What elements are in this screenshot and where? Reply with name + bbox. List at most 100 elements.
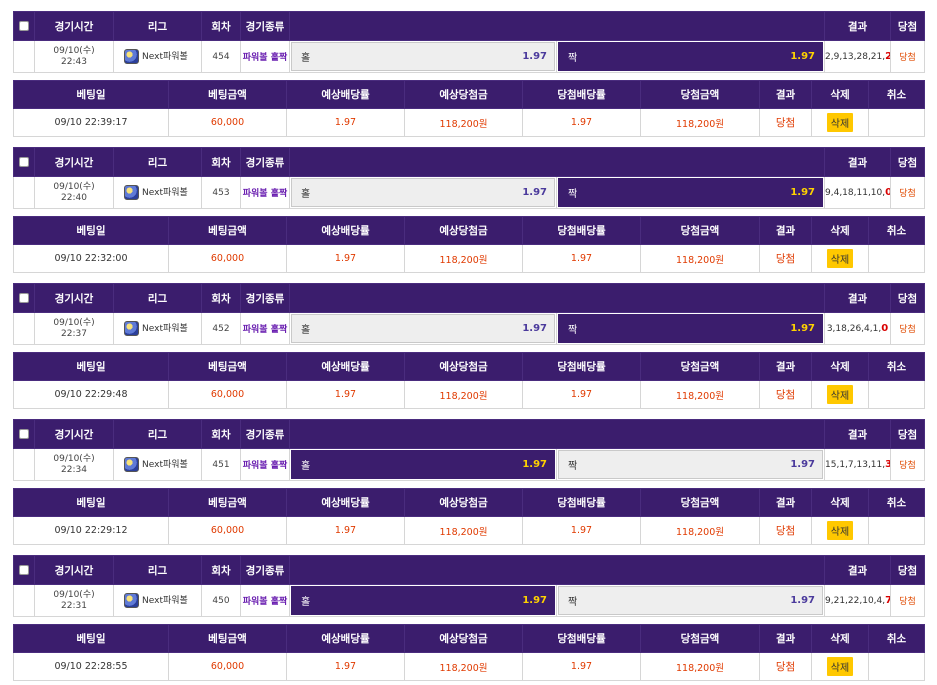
powerball-league-icon [124, 457, 139, 472]
select-all-checkbox[interactable] [19, 21, 29, 31]
delete-button[interactable]: 삭제 [826, 385, 854, 404]
select-all-checkbox-cell[interactable] [13, 419, 35, 449]
row-checkbox-cell [13, 176, 35, 209]
bet-table: 베팅일 베팅금액 예상배당률 예상당첨금 당첨배당률 당첨금액 결과 삭제 취소… [13, 488, 925, 545]
pick-even-button[interactable]: 짝 1.97 [558, 450, 823, 479]
pick-even-label: 짝 [568, 597, 578, 608]
pick-odd-cell[interactable]: 홀 1.97 [289, 312, 557, 345]
game-time: 22:37 [61, 328, 87, 339]
league-cell: Next파워볼 [113, 40, 202, 73]
delete-cell: 삭제 [811, 244, 869, 273]
round-number: 450 [201, 584, 241, 617]
game-time-cell: 09/10(수) 22:43 [34, 40, 114, 73]
game-table: 경기시간 리그 회차 경기종류 결과 당첨 09/10(수) 22:40 Nex… [13, 147, 925, 209]
bet-row: 09/10 22:32:00 60,000 1.97 118,200원 1.97… [13, 244, 925, 273]
bet-result: 당첨 [759, 244, 812, 273]
game-table: 경기시간 리그 회차 경기종류 결과 당첨 09/10(수) 22:31 Nex… [13, 555, 925, 617]
header-bet-amount: 베팅금액 [168, 624, 287, 653]
bet-row: 09/10 22:29:48 60,000 1.97 118,200원 1.97… [13, 380, 925, 409]
game-date: 09/10(수) [53, 589, 95, 600]
header-expected-odds: 예상배당률 [286, 488, 405, 517]
header-win: 당첨 [890, 11, 925, 41]
bet-result: 당첨 [759, 108, 812, 137]
win-odds: 1.97 [522, 516, 641, 545]
header-round: 회차 [201, 419, 241, 449]
pick-even-odds: 1.97 [790, 187, 815, 198]
game-time: 22:43 [61, 56, 87, 67]
result-numbers: 3,18,26,4,1, [826, 324, 882, 334]
select-all-checkbox-cell[interactable] [13, 11, 35, 41]
select-all-checkbox[interactable] [19, 157, 29, 167]
win-odds: 1.97 [522, 108, 641, 137]
game-win-status: 당첨 [890, 40, 925, 73]
header-bet-amount: 베팅금액 [168, 216, 287, 245]
select-all-checkbox[interactable] [19, 429, 29, 439]
pick-odd-button[interactable]: 홀 1.97 [291, 450, 555, 479]
result-numbers: 9,4,18,11,10, [825, 188, 886, 198]
header-league: 리그 [113, 419, 202, 449]
select-all-checkbox[interactable] [19, 565, 29, 575]
game-win-status: 당첨 [890, 584, 925, 617]
pick-odd-odds: 1.97 [522, 187, 547, 198]
pick-even-cell[interactable]: 짝 1.97 [556, 312, 825, 345]
pick-odd-cell[interactable]: 홀 1.97 [289, 176, 557, 209]
pick-even-cell[interactable]: 짝 1.97 [556, 584, 825, 617]
pick-even-button[interactable]: 짝 1.97 [558, 42, 823, 71]
pick-even-odds: 1.97 [790, 51, 815, 62]
header-bet-amount: 베팅금액 [168, 80, 287, 109]
pick-odd-button[interactable]: 홀 1.97 [291, 42, 555, 71]
cancel-cell [868, 380, 925, 409]
cancel-cell [868, 652, 925, 681]
game-table: 경기시간 리그 회차 경기종류 결과 당첨 09/10(수) 22:34 Nex… [13, 419, 925, 481]
bet-table: 베팅일 베팅금액 예상배당률 예상당첨금 당첨배당률 당첨금액 결과 삭제 취소… [13, 80, 925, 137]
game-row: 09/10(수) 22:40 Next파워볼 453 파워볼 홀짝 홀 1.97 [13, 176, 925, 209]
pick-odd-cell[interactable]: 홀 1.97 [289, 40, 557, 73]
expected-win: 118,200원 [404, 652, 523, 681]
pick-even-button[interactable]: 짝 1.97 [558, 314, 823, 343]
delete-cell: 삭제 [811, 516, 869, 545]
header-time: 경기시간 [34, 11, 114, 41]
league-name: Next파워볼 [142, 596, 188, 606]
powerball-league-icon [124, 49, 139, 64]
select-all-checkbox-cell[interactable] [13, 555, 35, 585]
pick-even-cell[interactable]: 짝 1.97 [556, 448, 825, 481]
delete-button[interactable]: 삭제 [826, 113, 854, 132]
select-all-checkbox-cell[interactable] [13, 147, 35, 177]
pick-odd-button[interactable]: 홀 1.97 [291, 314, 555, 343]
header-win-odds: 당첨배당률 [522, 624, 641, 653]
pick-odd-button[interactable]: 홀 1.97 [291, 586, 555, 615]
delete-button[interactable]: 삭제 [826, 657, 854, 676]
pick-even-cell[interactable]: 짝 1.97 [556, 40, 825, 73]
game-time: 22:40 [61, 192, 87, 203]
header-round: 회차 [201, 283, 241, 313]
pick-odd-cell[interactable]: 홀 1.97 [289, 448, 557, 481]
game-win-status: 당첨 [890, 176, 925, 209]
pick-odd-button[interactable]: 홀 1.97 [291, 178, 555, 207]
pick-even-button[interactable]: 짝 1.97 [558, 178, 823, 207]
bet-result: 당첨 [759, 652, 812, 681]
header-expected-odds: 예상배당률 [286, 624, 405, 653]
delete-button[interactable]: 삭제 [826, 521, 854, 540]
select-all-checkbox-cell[interactable] [13, 283, 35, 313]
bet-amount: 60,000 [168, 516, 287, 545]
select-all-checkbox[interactable] [19, 293, 29, 303]
header-type: 경기종류 [240, 11, 290, 41]
header-time: 경기시간 [34, 147, 114, 177]
pick-even-button[interactable]: 짝 1.97 [558, 586, 823, 615]
game-result: 15,1,7,13,11,3 [824, 448, 891, 481]
header-cancel: 취소 [868, 80, 925, 109]
game-table: 경기시간 리그 회차 경기종류 결과 당첨 09/10(수) 22:43 Nex… [13, 11, 925, 73]
header-win: 당첨 [890, 555, 925, 585]
header-round: 회차 [201, 11, 241, 41]
pick-odd-label: 홀 [301, 189, 311, 200]
pick-odd-cell[interactable]: 홀 1.97 [289, 584, 557, 617]
bet-row: 09/10 22:29:12 60,000 1.97 118,200원 1.97… [13, 516, 925, 545]
row-checkbox-cell [13, 584, 35, 617]
delete-button[interactable]: 삭제 [826, 249, 854, 268]
pick-even-cell[interactable]: 짝 1.97 [556, 176, 825, 209]
league-cell: Next파워볼 [113, 312, 202, 345]
result-powerball: 7 [885, 595, 889, 606]
header-win-amount: 당첨금액 [640, 216, 760, 245]
round-number: 453 [201, 176, 241, 209]
game-result: 3,18,26,4,1,0 [824, 312, 891, 345]
